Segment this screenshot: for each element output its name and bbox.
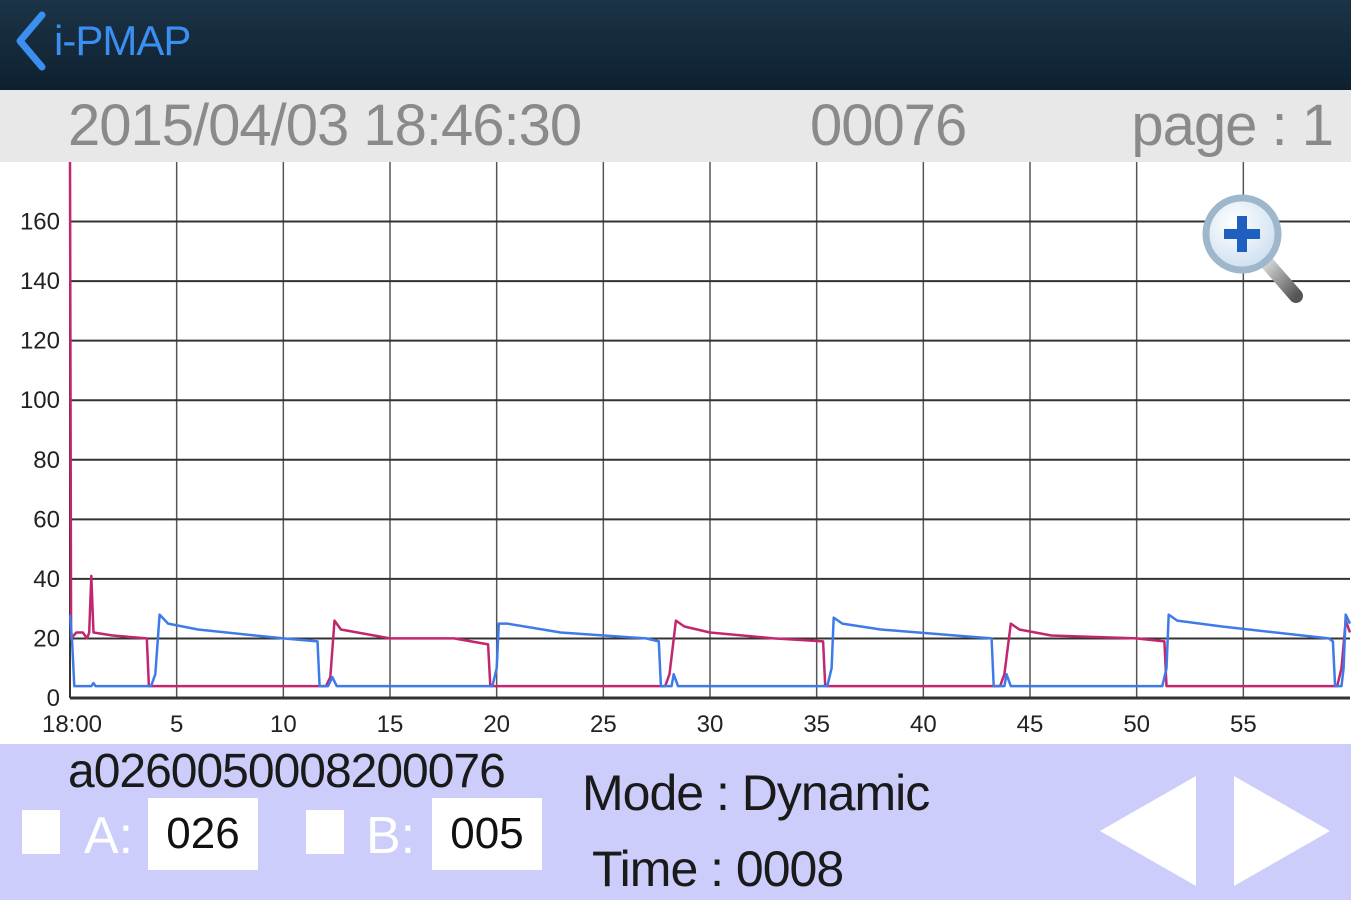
chart-area: 0 20 40 60 80 100 120 140 160 18:00 5 10 15 20 25 30 35 4…	[0, 162, 1351, 744]
x-tick-label: 18:00	[42, 711, 102, 738]
zoom-in-icon	[1202, 194, 1303, 303]
next-page-button[interactable]	[1232, 774, 1332, 888]
x-tick-label: 35	[803, 711, 830, 738]
label-a: A:	[84, 807, 134, 865]
y-tick-label: 100	[20, 387, 60, 414]
x-tick-label: 40	[910, 711, 937, 738]
x-tick-label: 25	[590, 711, 617, 738]
checkbox-a[interactable]	[22, 810, 60, 854]
x-tick-label: 5	[170, 711, 183, 738]
x-tick-label: 15	[377, 711, 404, 738]
time-label: Time : 0008	[592, 841, 844, 897]
x-tick-label: 20	[483, 711, 510, 738]
label-b: B:	[366, 807, 416, 865]
previous-page-button[interactable]	[1098, 774, 1198, 888]
y-tick-label: 40	[33, 566, 60, 593]
triangle-left-icon	[1100, 776, 1196, 886]
pressure-chart[interactable]: 0 20 40 60 80 100 120 140 160 18:00 5 10 15 20 25 30 35 4…	[0, 162, 1351, 744]
y-tick-label: 80	[33, 447, 60, 474]
zoom-in-button[interactable]	[1200, 188, 1310, 314]
input-a[interactable]: 026	[148, 798, 258, 870]
chevron-left-icon	[16, 11, 46, 71]
record-number: 00076	[810, 93, 967, 158]
back-button[interactable]: i-PMAP	[14, 8, 191, 74]
checkbox-b[interactable]	[306, 810, 344, 854]
record-info-bar: 2015/04/03 18:46:30 00076 page : 1	[0, 90, 1351, 162]
y-tick-label: 0	[47, 685, 60, 712]
input-b[interactable]: 005	[432, 798, 542, 870]
y-tick-label: 20	[33, 625, 60, 652]
record-datetime: 2015/04/03 18:46:30	[68, 93, 582, 158]
y-tick-label: 120	[20, 328, 60, 355]
y-tick-label: 60	[33, 506, 60, 533]
back-button-label: i-PMAP	[54, 17, 191, 64]
x-tick-label: 50	[1123, 711, 1150, 738]
y-tick-label: 160	[20, 209, 60, 236]
y-tick-label: 140	[20, 268, 60, 295]
navigation-bar: i-PMAP	[0, 0, 1351, 90]
page-indicator: page : 1	[1131, 93, 1334, 158]
x-tick-label: 45	[1017, 711, 1044, 738]
device-serial: a0260050008200076	[68, 745, 506, 798]
x-tick-label: 10	[270, 711, 297, 738]
control-panel: a0260050008200076 A: 026 B: 005 Mode : D…	[0, 744, 1351, 900]
triangle-right-icon	[1234, 776, 1330, 886]
x-tick-label: 30	[697, 711, 724, 738]
x-tick-label: 55	[1230, 711, 1257, 738]
mode-label: Mode : Dynamic	[582, 765, 930, 821]
